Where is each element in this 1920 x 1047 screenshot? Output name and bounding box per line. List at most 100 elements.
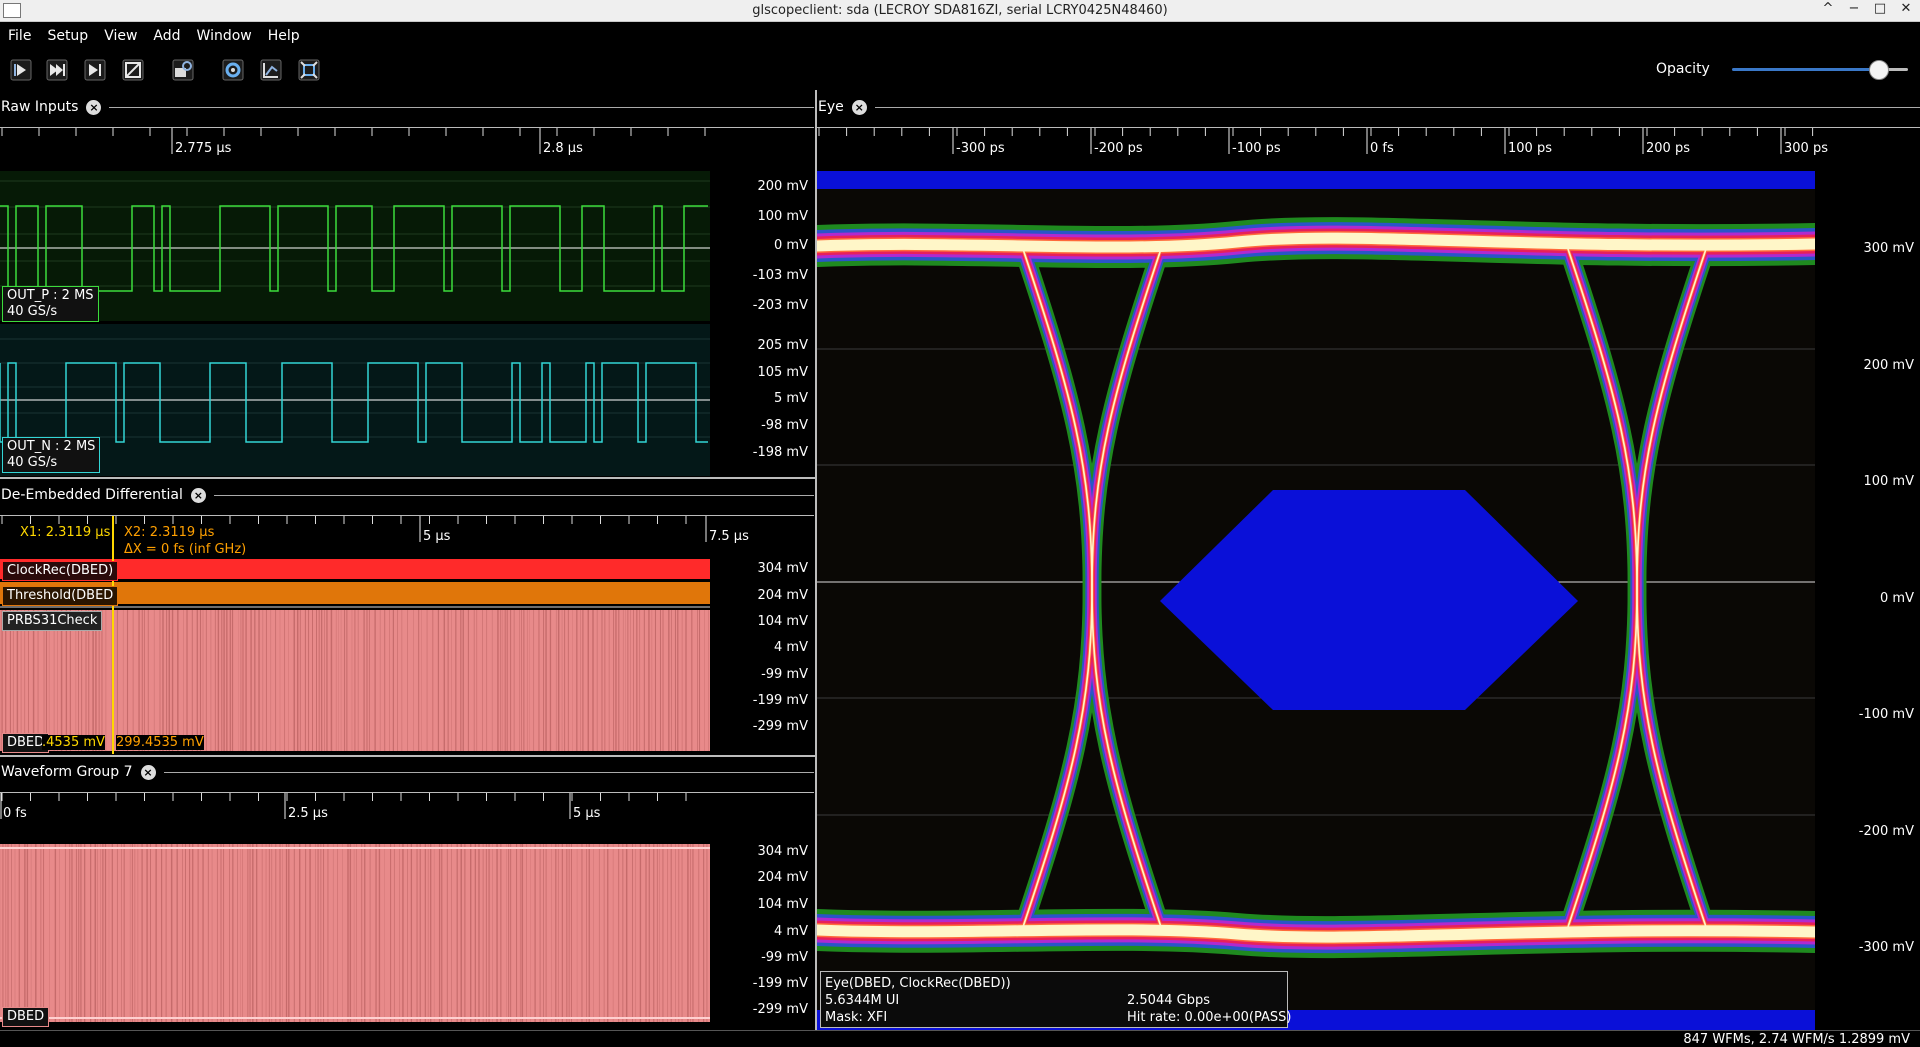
refresh-icon	[222, 59, 244, 81]
axis-label: 200 mV	[757, 179, 808, 194]
ruler-label: 300 ps	[1784, 141, 1828, 156]
menu-view[interactable]: View	[96, 28, 145, 44]
axis-label: -103 mV	[752, 268, 808, 283]
axis-label: 104 mV	[757, 614, 808, 629]
axis-label: 100 mV	[1863, 474, 1914, 489]
menu-file[interactable]: File	[0, 28, 39, 44]
raw-inputs-plot[interactable]	[0, 171, 710, 476]
axis-label: -100 mV	[1858, 707, 1914, 722]
axis-label: 200 mV	[1863, 358, 1914, 373]
axis-label: 304 mV	[757, 561, 808, 576]
cursor1-value: .4535 mV	[42, 735, 105, 750]
raw-inputs-ruler[interactable]: 2.775 µs 2.8 µs	[0, 127, 814, 169]
start-button[interactable]	[8, 58, 34, 82]
ruler-label: 0 fs	[3, 806, 27, 821]
raw-inputs-title: Raw Inputs	[1, 99, 79, 115]
start-icon	[10, 59, 32, 81]
header-divider	[213, 494, 814, 496]
panel-divider[interactable]	[0, 477, 815, 479]
stop-icon	[122, 59, 144, 81]
eye-ui-count: 5.6344M UI	[825, 993, 900, 1008]
eye-data-rate: 2.5044 Gbps	[1127, 993, 1210, 1008]
refresh-button[interactable]	[220, 58, 246, 82]
header-divider	[109, 106, 814, 108]
axis-label: 0 mV	[1880, 591, 1914, 606]
ruler-label: 2.8 µs	[543, 141, 583, 156]
trace-label-threshold[interactable]: Threshold(DBED	[2, 586, 119, 606]
menu-bar: File Setup View Add Window Help	[0, 22, 1920, 50]
menu-add[interactable]: Add	[145, 28, 188, 44]
single-trigger-button[interactable]	[44, 58, 70, 82]
ruler-label: -300 ps	[956, 141, 1005, 156]
axis-label: 304 mV	[757, 844, 808, 859]
channel-rate: 40 GS/s	[7, 455, 58, 470]
channel-name: OUT_N : 2 MS	[7, 439, 96, 454]
deembedded-close-button[interactable]: ×	[190, 487, 206, 503]
trace-label-prbs31check[interactable]: PRBS31Check	[2, 611, 103, 631]
group7-close-button[interactable]: ×	[140, 764, 156, 780]
group7-ruler[interactable]: 0 fs 2.5 µs 5 µs	[0, 792, 814, 834]
eye-plot[interactable]	[817, 171, 1815, 1030]
zoom-fit-icon	[298, 59, 320, 81]
mask-top	[817, 171, 1815, 189]
opacity-label: Opacity	[1656, 61, 1710, 77]
shade-button[interactable]: ^	[1820, 1, 1836, 16]
opacity-slider-track	[1732, 68, 1880, 71]
axis-label: -199 mV	[752, 976, 808, 991]
close-window-button[interactable]: ✕	[1898, 1, 1914, 16]
toolbar: Opacity	[0, 50, 1920, 90]
opacity-slider[interactable]	[1730, 59, 1910, 81]
menu-help[interactable]: Help	[260, 28, 308, 44]
channel-name: OUT_P : 2 MS	[7, 288, 94, 303]
history-icon	[172, 59, 194, 81]
axis-label: -199 mV	[752, 693, 808, 708]
ruler-label: 0 fs	[1370, 141, 1394, 156]
channel-rate: 40 GS/s	[7, 304, 58, 319]
eye-info-box[interactable]: Eye(DBED, ClockRec(DBED)) 5.6344M UI 2.5…	[820, 971, 1291, 1028]
minimize-button[interactable]: −	[1846, 1, 1862, 16]
cursor2-readout: X2: 2.3119 µs	[124, 525, 215, 540]
raw-inputs-close-button[interactable]: ×	[86, 99, 102, 115]
deembedded-axis: 304 mV 204 mV 104 mV 4 mV -99 mV -199 mV…	[710, 558, 814, 754]
axis-label: 205 mV	[757, 338, 808, 353]
group7-plot[interactable]	[0, 836, 710, 1028]
maximize-button[interactable]: □	[1872, 1, 1888, 16]
axis-label: -99 mV	[761, 667, 808, 682]
channel-label-out-p[interactable]: OUT_P : 2 MS 40 GS/s	[2, 286, 99, 322]
status-bar: 847 WFMs, 2.74 WFM/s 1.2899 mV	[0, 1030, 1920, 1047]
axis-label: -203 mV	[752, 298, 808, 313]
single-trigger-icon	[46, 59, 68, 81]
menu-window[interactable]: Window	[189, 28, 260, 44]
zoom-fit-button[interactable]	[296, 58, 322, 82]
eye-close-button[interactable]: ×	[851, 99, 867, 115]
eye-title: Eye	[818, 99, 844, 115]
ruler-label: 200 ps	[1646, 141, 1690, 156]
axis-label: 4 mV	[774, 924, 808, 939]
axis-label: 0 mV	[774, 238, 808, 253]
eye-ruler[interactable]: -300 ps -200 ps -100 ps 0 fs 100 ps 200 ps 300…	[817, 127, 1920, 169]
axis-label: 204 mV	[757, 588, 808, 603]
channel-label-out-n[interactable]: OUT_N : 2 MS 40 GS/s	[2, 437, 101, 473]
status-text: 847 WFMs, 2.74 WFM/s 1.2899 mV	[1683, 1032, 1910, 1047]
menu-setup[interactable]: Setup	[39, 28, 96, 44]
panel-divider[interactable]	[0, 755, 815, 757]
stop-button[interactable]	[120, 58, 146, 82]
deembedded-header: De-Embedded Differential ×	[0, 484, 814, 506]
deembedded-title: De-Embedded Differential	[1, 487, 183, 503]
window-controls: ^ − □ ✕	[1820, 1, 1914, 16]
channel-label-dbed[interactable]: DBED	[2, 1007, 50, 1027]
opacity-slider-knob[interactable]	[1869, 60, 1890, 80]
history-button[interactable]	[170, 58, 196, 82]
deembedded-ruler[interactable]: 5 µs 7.5 µs	[0, 515, 814, 559]
axis-label: 5 mV	[774, 391, 808, 406]
ruler-label: 2.5 µs	[288, 806, 328, 821]
axis-label: 4 mV	[774, 640, 808, 655]
force-trigger-button[interactable]	[82, 58, 108, 82]
trace-label-clockrec[interactable]: ClockRec(DBED)	[2, 561, 119, 581]
axis-label: -200 mV	[1858, 824, 1914, 839]
ruler-label: -200 ps	[1094, 141, 1143, 156]
raw-inputs-header: Raw Inputs ×	[0, 96, 814, 118]
fullscreen-button[interactable]	[258, 58, 284, 82]
axis-label: 204 mV	[757, 870, 808, 885]
cursor2-value: 299.4535 mV	[116, 735, 204, 750]
